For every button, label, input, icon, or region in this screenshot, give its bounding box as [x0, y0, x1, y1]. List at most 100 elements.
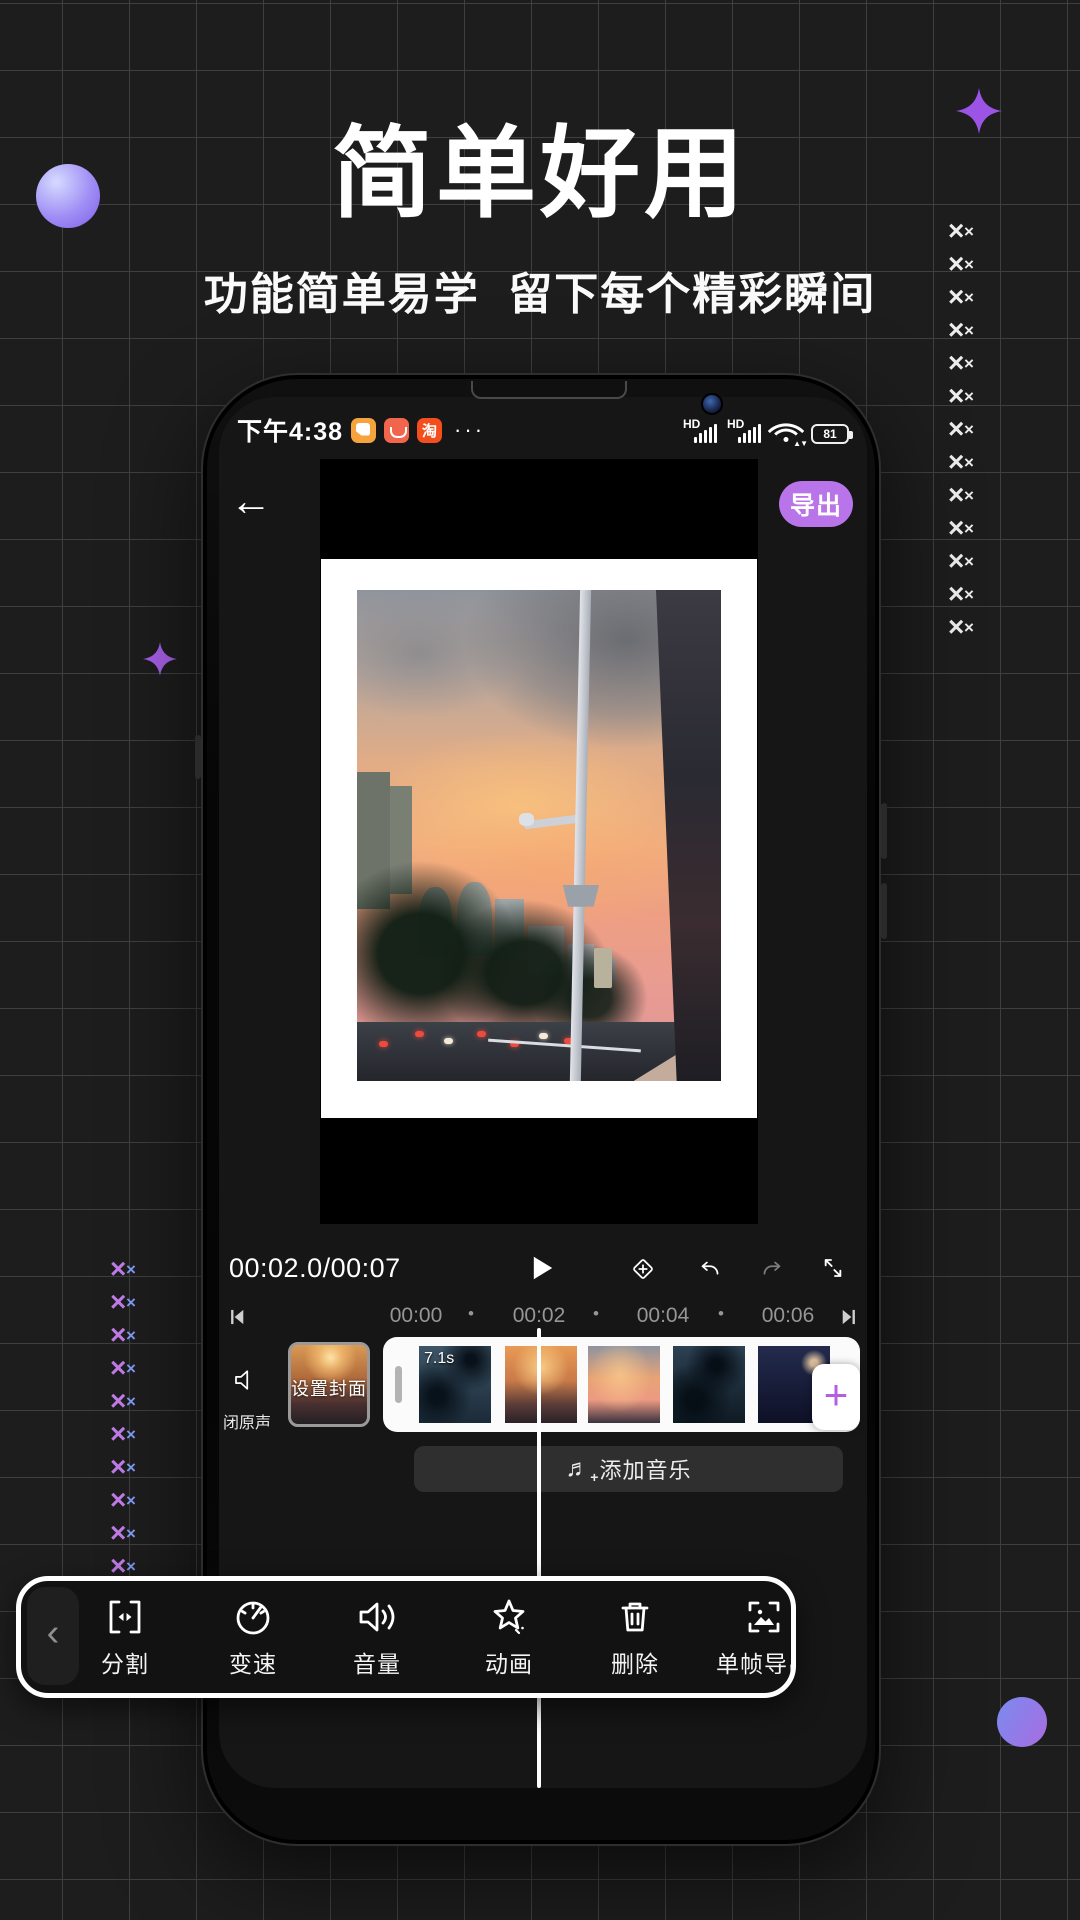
- chevron-left-icon: ‹: [47, 1614, 60, 1652]
- x-mark: ××: [948, 420, 978, 444]
- sparkle-star-icon: [143, 642, 177, 676]
- phone-speaker-slot: [471, 381, 627, 399]
- play-button[interactable]: [525, 1252, 557, 1284]
- x-mark: ××: [948, 222, 978, 246]
- more-notifications-icon: ···: [454, 417, 485, 443]
- decor-gradient-circle-bottomright: [997, 1697, 1047, 1747]
- timeline-clips-row: 闭原声 设置封面 7.1s +: [219, 1335, 867, 1437]
- skip-start-icon[interactable]: [226, 1306, 248, 1328]
- toolbar-item-label: 音量: [322, 1645, 432, 1679]
- x-mark: ××: [948, 486, 978, 510]
- skip-end-icon[interactable]: [838, 1306, 860, 1328]
- clip-thumbnail[interactable]: [505, 1346, 577, 1423]
- polaroid-frame: [321, 559, 757, 1118]
- plus-icon: +: [824, 1374, 849, 1416]
- battery-icon: 81: [811, 424, 849, 444]
- export-button[interactable]: 导出: [779, 481, 853, 527]
- cell-signal-icon: HD: [727, 417, 761, 444]
- mute-label: 闭原声: [219, 1409, 281, 1433]
- ruler-tick: 00:00: [381, 1304, 451, 1328]
- page-subtitle: 功能简单易学 留下每个精彩瞬间: [0, 258, 1080, 322]
- delete-trash-icon: [611, 1593, 659, 1641]
- edit-toolbar: ‹ 分割 变速 音量 动画: [16, 1576, 796, 1698]
- x-mark: ××: [948, 519, 978, 543]
- ruler-dot: •: [464, 1304, 478, 1324]
- toolbar-item-volume[interactable]: 音量: [322, 1591, 432, 1691]
- x-mark: ××: [110, 1392, 140, 1416]
- shopping-app-icon: [384, 418, 409, 443]
- x-mark: ××: [110, 1425, 140, 1449]
- phone-volume-button: [881, 883, 887, 939]
- toolbar-item-label: 动画: [454, 1645, 564, 1679]
- clip-duration-badge: 7.1s: [424, 1350, 454, 1368]
- toolbar-item-label: 单帧导出: [709, 1645, 796, 1679]
- x-mark: ××: [948, 354, 978, 378]
- toolbar-item-label: 删除: [580, 1645, 690, 1679]
- toolbar-item-animation[interactable]: 动画: [454, 1591, 564, 1691]
- video-clip-strip[interactable]: 7.1s: [383, 1337, 860, 1432]
- x-mark: ××: [948, 321, 978, 345]
- x-mark: ××: [110, 1359, 140, 1383]
- ruler-dot: •: [589, 1304, 603, 1324]
- x-mark: ××: [110, 1293, 140, 1317]
- decor-x-pattern-right: ×× ×× ×× ×× ×× ×× ×× ×× ×× ×× ×× ×× ××: [948, 222, 978, 642]
- ruler-tick: 00:04: [628, 1304, 698, 1328]
- x-mark: ××: [110, 1524, 140, 1548]
- ruler-tick: 00:06: [753, 1304, 823, 1328]
- add-clip-button[interactable]: +: [812, 1364, 860, 1430]
- undo-button[interactable]: [695, 1255, 725, 1285]
- x-mark: ××: [948, 585, 978, 609]
- time-display: 00:02.0/00:07: [229, 1240, 401, 1296]
- cell-signal-icon: HD: [683, 417, 717, 444]
- animation-star-icon: [485, 1593, 533, 1641]
- speaker-icon: [231, 1365, 261, 1395]
- clip-thumbnail[interactable]: [673, 1346, 745, 1423]
- x-mark: ××: [110, 1491, 140, 1515]
- timeline-ruler[interactable]: 00:00 • 00:02 • 00:04 • 00:06: [219, 1300, 867, 1334]
- x-mark: ××: [948, 255, 978, 279]
- toolbar-item-delete[interactable]: 删除: [580, 1591, 690, 1691]
- x-mark: ××: [948, 453, 978, 477]
- set-cover-button[interactable]: 设置封面: [288, 1342, 370, 1427]
- video-preview-canvas: [320, 459, 758, 1224]
- fullscreen-button[interactable]: [817, 1252, 849, 1284]
- clip-thumbnail[interactable]: 7.1s: [419, 1346, 491, 1423]
- redo-button[interactable]: [757, 1255, 787, 1285]
- back-button[interactable]: ←: [227, 475, 275, 527]
- keyframe-add-button[interactable]: [628, 1254, 658, 1284]
- mute-original-sound-button[interactable]: 闭原声: [219, 1335, 275, 1437]
- x-mark: ××: [948, 387, 978, 411]
- toolbar-item-label: 分割: [70, 1645, 180, 1679]
- speed-icon: [229, 1593, 277, 1641]
- chat-app-icon: [351, 418, 376, 443]
- x-mark: ××: [110, 1260, 140, 1284]
- timeline-playhead[interactable]: [537, 1328, 541, 1788]
- wifi-icon: ▲▼: [771, 418, 801, 444]
- trim-handle[interactable]: [395, 1366, 402, 1403]
- split-icon: [101, 1593, 149, 1641]
- add-music-label: 添加音乐: [599, 1453, 691, 1485]
- toolbar-item-frame-export[interactable]: 单帧导出: [709, 1591, 796, 1691]
- playback-controls: 00:02.0/00:07: [219, 1240, 867, 1296]
- ruler-dot: •: [714, 1304, 728, 1324]
- x-mark: ××: [110, 1326, 140, 1350]
- status-bar: 下午4:38 淘 ··· HD HD ▲▼ 81: [219, 411, 867, 449]
- toolbar-item-label: 变速: [198, 1645, 308, 1679]
- x-mark: ××: [948, 552, 978, 576]
- frame-export-icon: [740, 1593, 788, 1641]
- phone-mute-switch: [195, 735, 201, 779]
- volume-icon: [353, 1593, 401, 1641]
- x-mark: ××: [110, 1458, 140, 1482]
- x-mark: ××: [948, 288, 978, 312]
- add-music-button[interactable]: ♬+ 添加音乐: [414, 1446, 843, 1492]
- page-title: 简单好用: [0, 92, 1080, 237]
- taobao-app-icon: 淘: [417, 418, 442, 443]
- sunset-street-photo: [357, 590, 721, 1081]
- cover-label: 设置封面: [291, 1375, 367, 1401]
- toolbar-item-speed[interactable]: 变速: [198, 1591, 308, 1691]
- decor-x-pattern-left: ××××××××××××××××××××: [110, 1260, 140, 1581]
- toolbar-item-split[interactable]: 分割: [70, 1591, 180, 1691]
- clip-thumbnail[interactable]: [588, 1346, 660, 1423]
- x-mark: ××: [948, 618, 978, 642]
- clock-text: 下午4:38: [237, 412, 343, 448]
